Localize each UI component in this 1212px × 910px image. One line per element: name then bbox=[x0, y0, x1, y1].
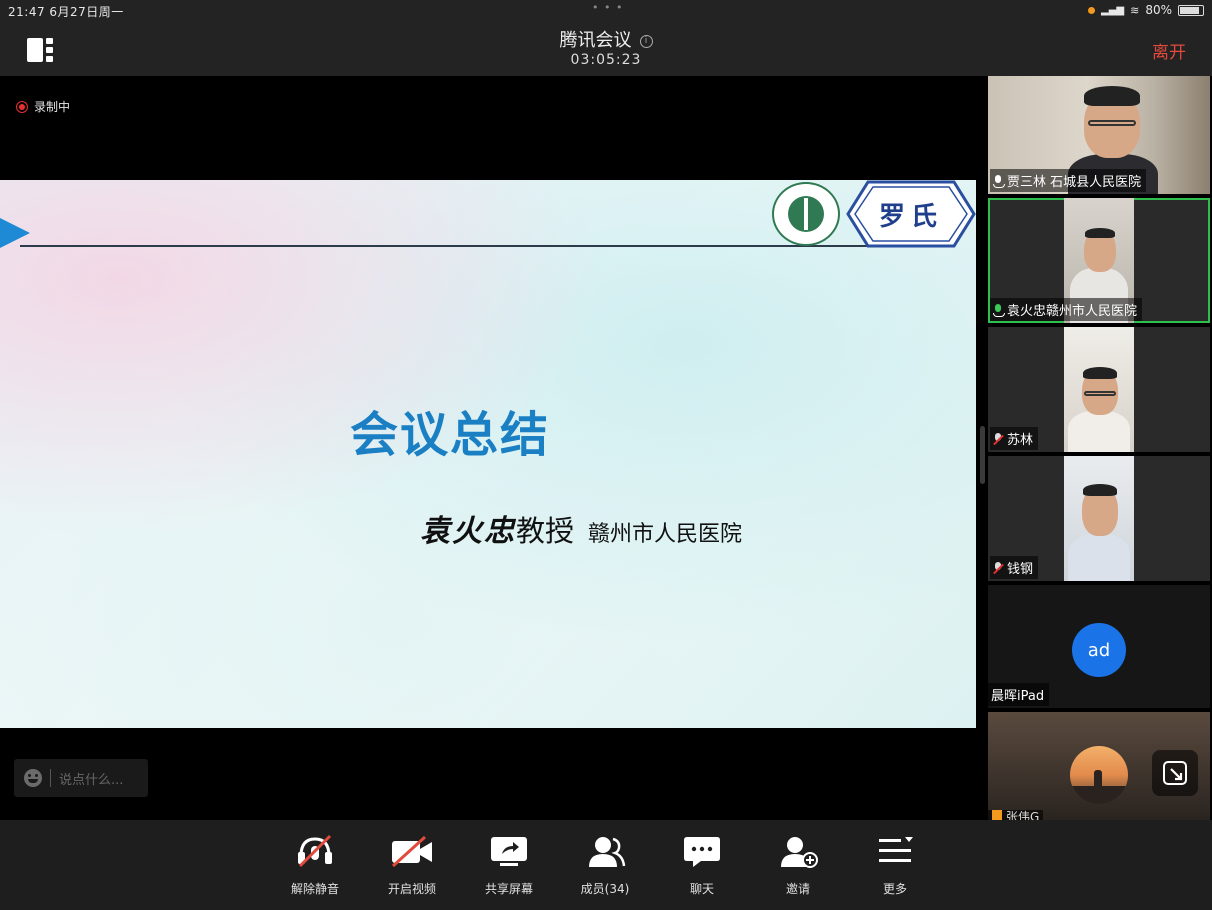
multitask-dots[interactable]: • • • bbox=[592, 1, 623, 14]
meeting-title-area[interactable]: 腾讯会议 i bbox=[0, 26, 1212, 52]
participant-name: 贾三林 石城县人民医院 bbox=[1007, 175, 1142, 190]
participant-tile[interactable]: 钱钢 bbox=[988, 456, 1210, 581]
participant-list[interactable]: 贾三林 石城县人民医院 袁火忠赣州市人民医院 苏林 钱钢 ad 晨晖iPad 张… bbox=[986, 76, 1212, 820]
slide-divider-line bbox=[20, 245, 878, 247]
participant-label: 苏林 bbox=[990, 427, 1039, 450]
participant-label: 袁火忠赣州市人民医院 bbox=[990, 298, 1143, 321]
participant-tile[interactable]: 贾三林 石城县人民医院 bbox=[988, 76, 1210, 194]
host-badge-icon bbox=[992, 810, 1002, 820]
participant-video bbox=[1064, 327, 1134, 452]
participant-tile[interactable]: 张伟G bbox=[988, 712, 1210, 820]
participant-video bbox=[1064, 456, 1134, 581]
battery-percent: 80% bbox=[1145, 3, 1172, 17]
participant-tile[interactable]: ad 晨晖iPad bbox=[988, 585, 1210, 708]
meeting-toolbar: 解除静音 开启视频 共享屏幕 成员(34) 聊天 邀请 更多 bbox=[0, 820, 1212, 910]
invite-icon bbox=[775, 834, 821, 868]
speaking-mic-icon bbox=[993, 303, 1005, 317]
shared-slide: 罗氏 会议总结 袁火忠教授 赣州市人民医院 bbox=[0, 180, 976, 728]
leave-button[interactable]: 离开 bbox=[1152, 38, 1186, 63]
video-button[interactable]: 开启视频 bbox=[367, 834, 457, 904]
speaker-title: 教授 bbox=[516, 514, 575, 548]
participant-label: 贾三林 石城县人民医院 bbox=[990, 169, 1147, 192]
speaker-line: 袁火忠教授 赣州市人民医院 bbox=[420, 506, 742, 550]
speaker-name: 袁火忠 bbox=[420, 514, 516, 549]
battery-icon bbox=[1178, 4, 1204, 16]
slide-arrow-decoration bbox=[0, 218, 30, 248]
recording-label: 录制中 bbox=[34, 100, 71, 114]
participant-label: 钱钢 bbox=[990, 556, 1039, 579]
video-label: 开启视频 bbox=[387, 882, 436, 896]
mic-on-icon bbox=[993, 174, 1005, 188]
participant-name: 袁火忠赣州市人民医院 bbox=[1007, 304, 1138, 319]
more-icon bbox=[872, 834, 918, 868]
participant-label: 张伟G bbox=[988, 810, 1044, 820]
unmute-label: 解除静音 bbox=[290, 882, 339, 896]
participant-name: 晨晖iPad bbox=[991, 689, 1045, 704]
meeting-header: 腾讯会议 i 03:05:23 离开 bbox=[0, 22, 1212, 76]
participant-label: 晨晖iPad bbox=[988, 683, 1050, 706]
participant-tile-active[interactable]: 袁火忠赣州市人民医院 bbox=[988, 198, 1210, 323]
expand-icon bbox=[1163, 761, 1187, 785]
chat-icon bbox=[679, 834, 725, 868]
slide-title: 会议总结 bbox=[350, 407, 551, 463]
camera-off-icon bbox=[389, 834, 435, 868]
expand-button[interactable] bbox=[1152, 750, 1198, 796]
meeting-duration: 03:05:23 bbox=[570, 52, 642, 68]
recording-icon bbox=[16, 100, 28, 113]
signal-icon: ▂▄▆ bbox=[1101, 4, 1125, 16]
mic-muted-icon bbox=[292, 834, 338, 868]
emoji-icon[interactable] bbox=[24, 769, 42, 787]
avatar: ad bbox=[1072, 623, 1126, 677]
mic-muted-icon bbox=[993, 561, 1003, 574]
members-button[interactable]: 成员(34) bbox=[560, 834, 650, 904]
participant-tile[interactable]: 苏林 bbox=[988, 327, 1210, 452]
invite-button[interactable]: 邀请 bbox=[753, 834, 843, 904]
mic-in-use-indicator-icon bbox=[1088, 6, 1096, 14]
brand-logo-text: 罗氏 bbox=[878, 201, 943, 232]
brand-logo: 罗氏 bbox=[846, 180, 976, 248]
meeting-title: 腾讯会议 bbox=[559, 30, 632, 51]
hospital-seal-logo bbox=[772, 182, 840, 246]
status-time: 21:47 6月27日周一 bbox=[8, 5, 124, 19]
participant-scroll-handle[interactable] bbox=[980, 426, 985, 484]
participant-name: 苏林 bbox=[1007, 433, 1034, 448]
info-icon[interactable]: i bbox=[639, 35, 653, 48]
speaker-affiliation: 赣州市人民医院 bbox=[588, 522, 743, 547]
avatar bbox=[1070, 746, 1128, 804]
status-indicators: ▂▄▆ ≋ 80% bbox=[1088, 3, 1204, 17]
unmute-button[interactable]: 解除静音 bbox=[270, 834, 360, 904]
share-screen-button[interactable]: 共享屏幕 bbox=[464, 834, 554, 904]
more-button[interactable]: 更多 bbox=[850, 834, 940, 904]
status-bar: 21:47 6月27日周一 • • • ▂▄▆ ≋ 80% bbox=[0, 0, 1212, 22]
members-icon bbox=[582, 834, 628, 868]
chat-label: 聊天 bbox=[689, 882, 714, 896]
chat-button[interactable]: 聊天 bbox=[657, 834, 747, 904]
more-label: 更多 bbox=[882, 882, 907, 896]
share-screen-label: 共享屏幕 bbox=[484, 882, 533, 896]
participant-name: 张伟G bbox=[1006, 810, 1040, 820]
members-label: 成员(34) bbox=[580, 882, 630, 896]
participant-name: 钱钢 bbox=[1007, 562, 1034, 577]
chat-placeholder: 说点什么... bbox=[59, 772, 124, 788]
main-stage: 录制中 罗氏 会议总结 袁火忠教授 赣州市人民医院 说点什么... bbox=[0, 76, 986, 820]
share-screen-icon bbox=[486, 834, 532, 868]
wifi-icon: ≋ bbox=[1130, 3, 1140, 17]
invite-label: 邀请 bbox=[785, 882, 810, 896]
chat-input[interactable]: 说点什么... bbox=[14, 759, 148, 797]
mic-muted-icon bbox=[993, 432, 1003, 445]
recording-badge[interactable]: 录制中 bbox=[16, 98, 70, 115]
